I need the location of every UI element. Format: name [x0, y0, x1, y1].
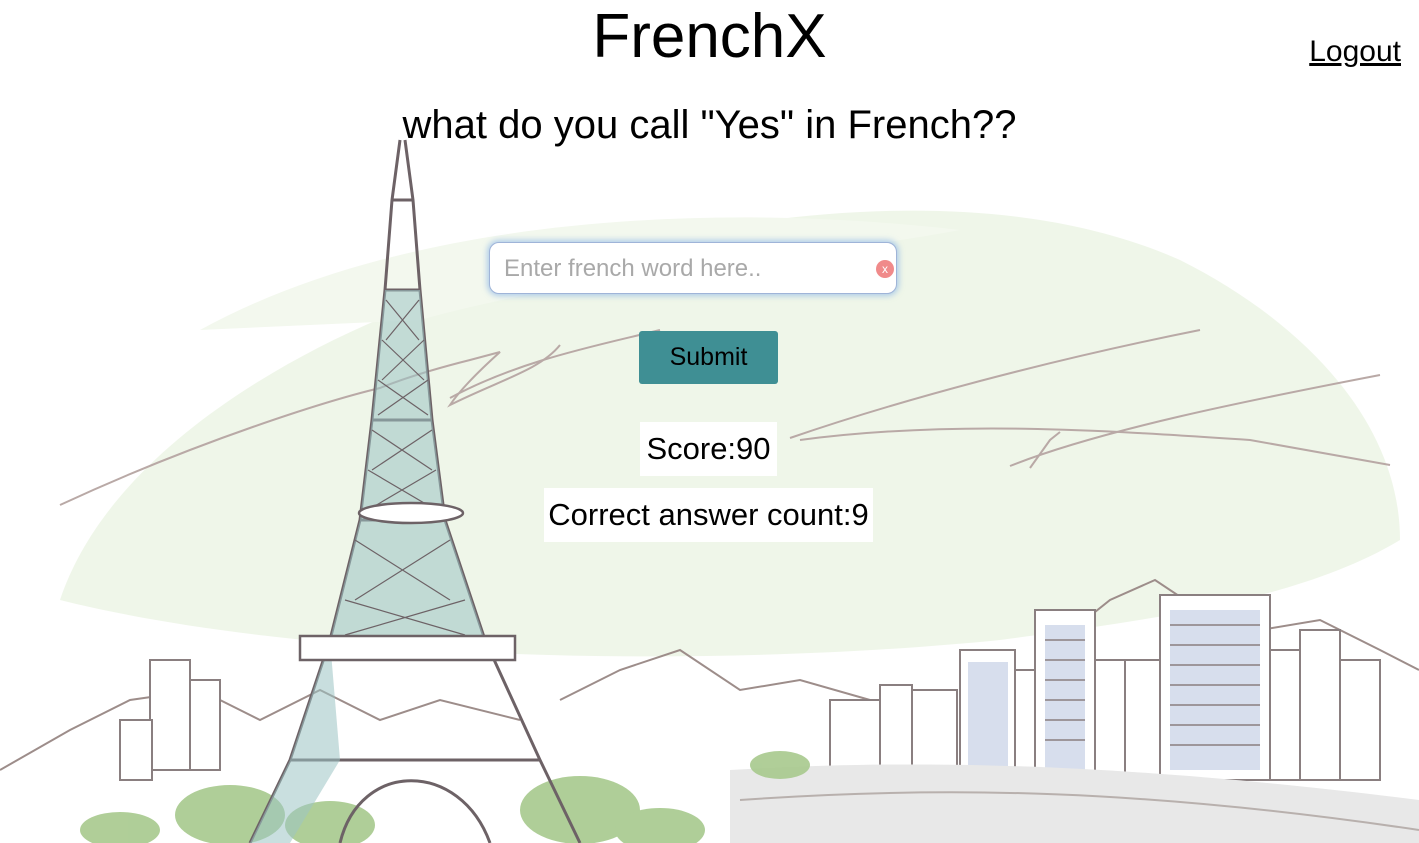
question-text: what do you call "Yes" in French?? — [402, 103, 1017, 147]
answer-input[interactable] — [502, 249, 856, 289]
logout-link[interactable]: Logout — [1309, 34, 1401, 70]
quiz-page: FrenchX Logout what do you call "Yes" in… — [0, 0, 1419, 843]
app-title: FrenchX — [592, 2, 827, 71]
answer-input-wrapper: x — [489, 242, 897, 294]
clear-icon[interactable]: x — [876, 260, 894, 278]
correct-count-label: Correct answer count:9 — [544, 488, 873, 542]
score-label: Score:90 — [640, 422, 777, 476]
submit-button[interactable]: Submit — [639, 331, 778, 384]
